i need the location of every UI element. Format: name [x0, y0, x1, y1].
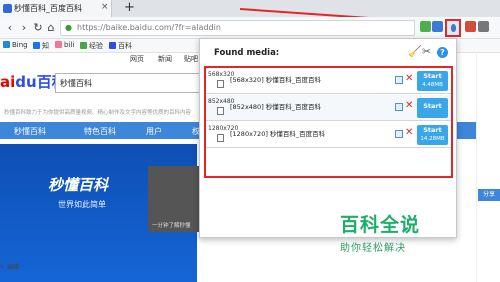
address-bar[interactable]: ● https://baike.baidu.com/?fr=aladdin [60, 20, 415, 36]
tab-title: 秒懂百科_百度百科 [14, 4, 82, 13]
bookmark-item[interactable]: 知 [33, 41, 49, 51]
nav-item[interactable]: 用户 [146, 126, 162, 137]
droplet-icon [451, 24, 456, 32]
baike-icon [109, 42, 116, 49]
top-link[interactable]: 新闻 [158, 54, 172, 64]
bookmark-item[interactable]: Bing [3, 41, 28, 49]
bookmark-item[interactable]: 经验 [80, 41, 103, 51]
zhihu-icon [33, 42, 40, 49]
copy-icon[interactable] [395, 76, 403, 84]
banner-title: 秒懂百科 [48, 176, 109, 194]
media-item: 568x320 [568x320] 秒懂百科_百度百科 ✕ Start 4.48… [206, 68, 451, 94]
forward-icon[interactable]: › [18, 21, 30, 34]
file-icon [217, 80, 224, 88]
intro-note: 秒懂百科致力于为你提供高质量视频、精心制作及文字内容等优质的百科内容 [4, 110, 192, 116]
share-button[interactable]: 分享 [478, 189, 500, 201]
browser-toolbar: ‹ › ↻ ⌂ ● https://baike.baidu.com/?fr=al… [0, 17, 500, 39]
nav-item[interactable]: 特色百科 [84, 126, 116, 137]
lock-icon: ● [65, 23, 72, 32]
copy-icon[interactable] [395, 103, 403, 111]
tab-close-icon[interactable]: × [101, 2, 109, 12]
delete-icon[interactable]: ✕ [405, 100, 413, 111]
popup-title: Found media: [214, 48, 280, 58]
watermark: 百科全说 助你轻松解决 [340, 210, 420, 254]
video-caption: 一分钟了解秒懂 [152, 223, 191, 229]
bookmark-item[interactable]: 百科 [109, 41, 132, 51]
banner-subtitle: 世界如此简单 [58, 200, 106, 209]
broom-icon[interactable]: 🧹 [408, 45, 422, 58]
copy-icon[interactable] [395, 130, 403, 138]
media-item: 852x480 [852x480] 秒懂百科_百度百科 ✕ Start [206, 95, 451, 121]
start-button[interactable]: Start 14.28MB [417, 125, 448, 145]
delete-icon[interactable]: ✕ [405, 127, 413, 138]
top-link[interactable]: 贴吧 [184, 54, 198, 64]
jingyan-icon [80, 42, 87, 49]
back-icon[interactable]: ‹ [4, 21, 16, 34]
found-media-popup: Found media: 🧹 ✂ ? 568x320 [568x320] 秒懂百… [199, 38, 457, 238]
bookmark-item[interactable]: bili [55, 41, 74, 49]
media-label: [568x320] 秒懂百科_百度百科 [230, 76, 322, 84]
start-button[interactable]: Start 4.48MB [417, 71, 448, 91]
tools-icon[interactable]: ✂ [422, 45, 431, 58]
home-icon[interactable]: ⌂ [45, 21, 57, 34]
start-button[interactable]: Start [417, 98, 448, 118]
watermark-title: 百科全说 [340, 214, 421, 236]
delete-icon[interactable]: ✕ [405, 73, 413, 84]
extension-icon[interactable] [420, 21, 431, 32]
help-icon[interactable]: ? [437, 47, 448, 58]
extension-icon[interactable] [465, 21, 476, 32]
search-input[interactable]: 秒懂百科 [55, 73, 205, 93]
menu-icon[interactable] [478, 21, 489, 32]
new-tab-button[interactable]: + [124, 0, 135, 16]
media-label: [1280x720] 秒懂百科_百度百科 [230, 130, 326, 138]
file-icon [217, 107, 224, 115]
edit-link[interactable]: ✎ 编辑 [0, 262, 19, 271]
media-item: 1280x720 [1280x720] 秒懂百科_百度百科 ✕ Start 14… [206, 122, 451, 148]
watermark-subtitle: 助你轻松解决 [340, 243, 406, 254]
reload-icon[interactable]: ↻ [32, 21, 44, 34]
search-value: 秒懂百科 [60, 79, 92, 88]
media-list: 568x320 [568x320] 秒懂百科_百度百科 ✕ Start 4.48… [204, 66, 453, 178]
file-icon [217, 134, 224, 142]
top-link[interactable]: 网页 [130, 54, 144, 64]
video-downloader-extension-button[interactable] [445, 19, 461, 37]
baike-favicon-icon [3, 4, 12, 13]
url-text: https://baike.baidu.com/?fr=aladdin [77, 23, 221, 32]
media-label: [852x480] 秒懂百科_百度百科 [230, 103, 322, 111]
extension-icon[interactable] [432, 21, 443, 32]
right-toolbar [476, 54, 500, 282]
bing-icon [3, 41, 10, 48]
browser-tab[interactable]: 秒懂百科_百度百科 × [0, 0, 112, 17]
nav-item[interactable]: 秒懂百科 [14, 126, 46, 137]
bilibili-icon [55, 41, 62, 48]
